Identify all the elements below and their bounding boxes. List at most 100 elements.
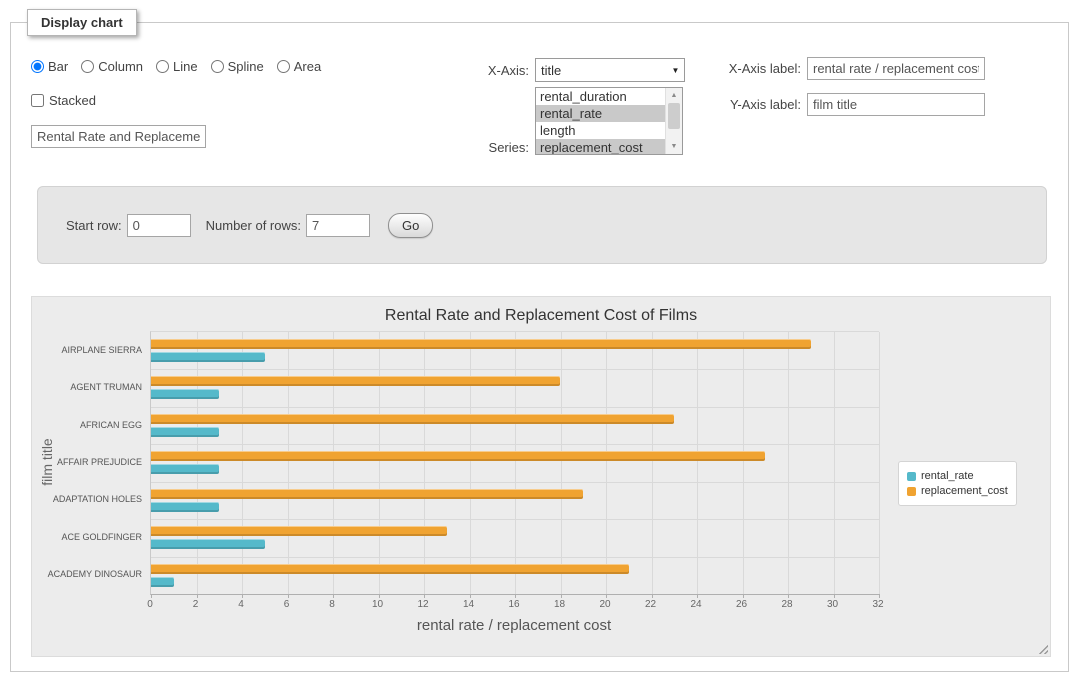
- gridline: [515, 332, 516, 594]
- legend-swatch-icon: [907, 472, 916, 481]
- stacked-option[interactable]: Stacked: [31, 93, 96, 108]
- x-tick-mark: [561, 594, 562, 598]
- gridline: [424, 332, 425, 594]
- series-listbox[interactable]: rental_durationrental_ratelengthreplacem…: [535, 87, 683, 155]
- chart-type-option-label: Line: [173, 59, 198, 74]
- chart-type-option-column[interactable]: Column: [81, 59, 143, 74]
- legend-item-rental_rate[interactable]: rental_rate: [907, 470, 1008, 482]
- chart-type-option-label: Column: [98, 59, 143, 74]
- x-tick-mark: [197, 594, 198, 598]
- stacked-label: Stacked: [49, 93, 96, 108]
- x-axis-selected-value: title: [536, 63, 667, 78]
- row-range-panel: Start row: Number of rows: Go: [37, 186, 1047, 264]
- chart-legend: rental_rate replacement_cost: [898, 461, 1017, 506]
- gridline: [561, 332, 562, 594]
- chart-type-option-area[interactable]: Area: [277, 59, 321, 74]
- gridline: [242, 332, 243, 594]
- x-tick-mark: [242, 594, 243, 598]
- y-axis-label: ACE GOLDFINGER: [32, 518, 146, 555]
- chart-type-radio-line[interactable]: [156, 60, 169, 73]
- number-of-rows-label: Number of rows:: [206, 218, 301, 233]
- display-chart-panel: Display chart BarColumnLineSplineArea St…: [10, 22, 1069, 672]
- go-button[interactable]: Go: [388, 213, 433, 238]
- bar-rental_rate: [151, 502, 219, 512]
- xaxis-label-input[interactable]: [807, 57, 985, 80]
- legend-item-replacement_cost[interactable]: replacement_cost: [907, 485, 1008, 497]
- x-tick-mark: [470, 594, 471, 598]
- chart-type-radio-area[interactable]: [277, 60, 290, 73]
- x-tick-mark: [652, 594, 653, 598]
- chart-type-radios: Bar Column Line Spline Area: [31, 59, 321, 74]
- series-listbox-scrollbar[interactable]: ▲ ▼: [665, 88, 682, 154]
- bar-rental_rate: [151, 389, 219, 399]
- bar-rental_rate: [151, 427, 219, 437]
- bar-rental_rate: [151, 352, 265, 362]
- x-tick-mark: [379, 594, 380, 598]
- gridline: [788, 332, 789, 594]
- chart-type-option-label: Bar: [48, 59, 68, 74]
- chart-type-option-line[interactable]: Line: [156, 59, 198, 74]
- x-tick-mark: [515, 594, 516, 598]
- bar-replacement_cost: [151, 339, 811, 349]
- category-separator: [151, 407, 879, 408]
- x-tick-label: 10: [372, 599, 383, 610]
- chart-type-radio-bar[interactable]: [31, 60, 44, 73]
- resize-handle-icon[interactable]: [1037, 643, 1048, 654]
- chart-type-option-label: Spline: [228, 59, 264, 74]
- x-axis-select[interactable]: title ▼: [535, 58, 685, 82]
- plot-area: [150, 331, 879, 595]
- gridline: [333, 332, 334, 594]
- chart-type-radio-column[interactable]: [81, 60, 94, 73]
- y-axis-label: ACADEMY DINOSAUR: [32, 556, 146, 593]
- x-tick-label: 30: [827, 599, 838, 610]
- x-tick-label: 20: [599, 599, 610, 610]
- chart-type-radio-spline[interactable]: [211, 60, 224, 73]
- scroll-up-icon[interactable]: ▲: [666, 89, 682, 102]
- x-tick-mark: [834, 594, 835, 598]
- category-separator: [151, 444, 879, 445]
- chart-type-option-label: Area: [294, 59, 321, 74]
- y-axis-label: AGENT TRUMAN: [32, 368, 146, 405]
- chart-type-option-spline[interactable]: Spline: [211, 59, 264, 74]
- xaxis-label-caption: X-Axis label:: [699, 61, 807, 76]
- chart-type-option-bar[interactable]: Bar: [31, 59, 68, 74]
- scroll-down-icon[interactable]: ▼: [666, 140, 682, 153]
- chart-title-input[interactable]: [31, 125, 206, 148]
- bar-replacement_cost: [151, 376, 560, 386]
- legend-swatch-icon: [907, 487, 916, 496]
- panel-legend: Display chart: [27, 9, 137, 36]
- stacked-checkbox[interactable]: [31, 94, 44, 107]
- series-listbox-items: rental_durationrental_ratelengthreplacem…: [536, 88, 666, 155]
- x-tick-labels: 02468101214161820222426283032: [150, 599, 878, 613]
- chevron-down-icon: ▼: [667, 66, 684, 75]
- bar-rental_rate: [151, 464, 219, 474]
- y-axis-label: ADAPTATION HOLES: [32, 481, 146, 518]
- x-tick-label: 4: [238, 599, 244, 610]
- gridline: [834, 332, 835, 594]
- number-of-rows-input[interactable]: [306, 214, 370, 237]
- bar-rental_rate: [151, 539, 265, 549]
- category-separator: [151, 369, 879, 370]
- gridline: [288, 332, 289, 594]
- series-option-replacement_cost[interactable]: replacement_cost: [536, 139, 666, 155]
- yaxis-label-input[interactable]: [807, 93, 985, 116]
- x-tick-label: 22: [645, 599, 656, 610]
- series-option-rental_duration[interactable]: rental_duration: [536, 88, 666, 105]
- start-row-label: Start row:: [66, 218, 122, 233]
- x-tick-label: 18: [554, 599, 565, 610]
- start-row-input[interactable]: [127, 214, 191, 237]
- category-separator: [151, 557, 879, 558]
- x-tick-mark: [788, 594, 789, 598]
- xaxis-select-label: X-Axis:: [441, 63, 535, 78]
- series-option-rental_rate[interactable]: rental_rate: [536, 105, 666, 122]
- chart-title: Rental Rate and Replacement Cost of Film…: [32, 307, 1050, 325]
- category-separator: [151, 519, 879, 520]
- bar-replacement_cost: [151, 489, 583, 499]
- x-tick-mark: [151, 594, 152, 598]
- x-tick-label: 26: [736, 599, 747, 610]
- yaxis-label-caption: Y-Axis label:: [699, 97, 807, 112]
- chart-container: Rental Rate and Replacement Cost of Film…: [31, 296, 1051, 657]
- series-option-length[interactable]: length: [536, 122, 666, 139]
- scrollbar-thumb[interactable]: [668, 103, 680, 129]
- x-tick-label: 6: [284, 599, 290, 610]
